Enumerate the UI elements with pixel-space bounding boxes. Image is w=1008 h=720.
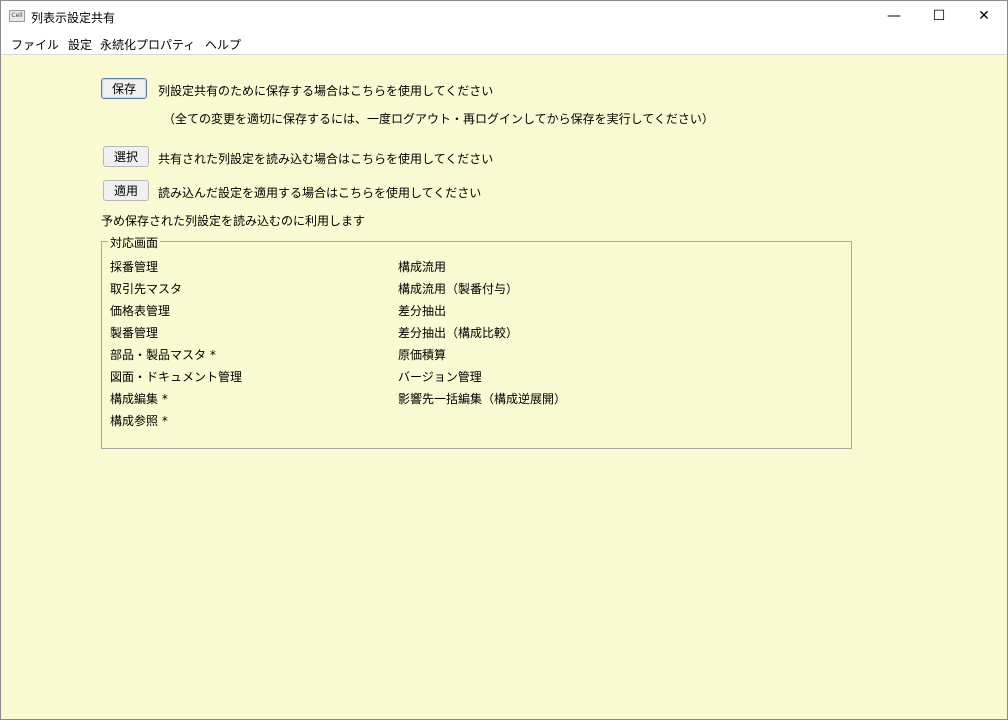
screen-item: 価格表管理	[110, 304, 171, 318]
screen-item: バージョン管理	[398, 370, 482, 384]
screen-item: 製番管理	[110, 326, 159, 340]
screen-item: 影響先一括編集（構成逆展開）	[398, 392, 567, 406]
apply-description: 読み込んだ設定を適用する場合はこちらを使用してください	[158, 186, 482, 200]
screen-item: 差分抽出（構成比較）	[398, 326, 519, 340]
menu-persistence-properties[interactable]: 永続化プロパティ	[100, 36, 195, 53]
screen-item: 取引先マスタ	[110, 282, 183, 296]
save-button[interactable]: 保存	[101, 78, 147, 99]
supported-screens-title: 対応画面	[108, 234, 161, 251]
screen-item: 部品・製品マスタ *	[110, 348, 216, 362]
save-note: （全ての変更を適切に保存するには、一度ログアウト・再ログインしてから保存を実行し…	[163, 112, 714, 126]
menu-bar: ファイル 設定 永続化プロパティ ヘルプ	[1, 32, 1007, 55]
screen-item: 図面・ドキュメント管理	[110, 370, 243, 384]
select-description: 共有された列設定を読み込む場合はこちらを使用してください	[158, 152, 494, 166]
screen-item: 採番管理	[110, 260, 159, 274]
app-window: Cell 列表示設定共有 — ☐ ✕ ファイル 設定 永続化プロパティ ヘルプ …	[0, 0, 1008, 720]
window-title: 列表示設定共有	[31, 11, 116, 25]
screen-item: 原価積算	[398, 348, 447, 362]
menu-help[interactable]: ヘルプ	[205, 36, 241, 53]
screen-item: 構成参照 *	[110, 414, 168, 428]
screen-item: 構成流用（製番付与）	[398, 282, 519, 296]
apply-button[interactable]: 適用	[103, 180, 149, 201]
title-bar: Cell 列表示設定共有 — ☐ ✕	[1, 1, 1007, 32]
close-button[interactable]: ✕	[961, 1, 1007, 32]
maximize-button[interactable]: ☐	[916, 1, 962, 32]
screen-item: 差分抽出	[398, 304, 447, 318]
screen-item: 構成編集 *	[110, 392, 168, 406]
supported-screens-group	[101, 241, 852, 449]
menu-file[interactable]: ファイル	[11, 36, 59, 53]
app-icon: Cell	[9, 10, 25, 22]
select-button[interactable]: 選択	[103, 146, 149, 167]
minimize-button[interactable]: —	[871, 1, 917, 32]
menu-settings[interactable]: 設定	[68, 36, 92, 53]
info-text: 予め保存された列設定を読み込むのに利用します	[101, 214, 366, 228]
save-description: 列設定共有のために保存する場合はこちらを使用してください	[158, 84, 494, 98]
screen-item: 構成流用	[398, 260, 447, 274]
